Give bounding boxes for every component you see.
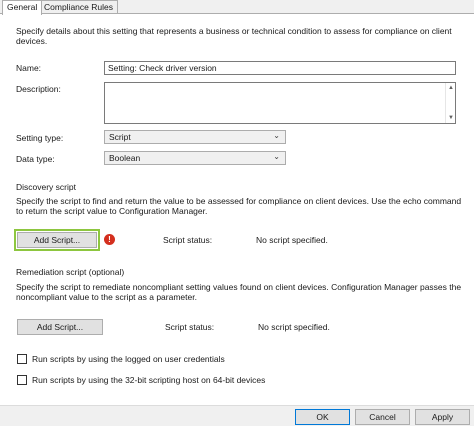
name-field[interactable]: Setting: Check driver version [104,61,456,75]
logged-on-user-label[interactable]: Run scripts by using the logged on user … [32,354,225,364]
dialog-footer: OK Cancel Apply [0,405,474,426]
setting-type-label: Setting type: [16,133,64,143]
32bit-host-checkbox[interactable] [17,375,27,385]
intro-text: Specify details about this setting that … [16,26,452,46]
general-panel: Specify details about this setting that … [0,13,474,405]
setting-type-value: Script [109,132,131,142]
remediation-status-label: Script status: [165,322,215,332]
data-type-label: Data type: [16,154,55,164]
discovery-status-label: Script status: [163,235,213,245]
data-type-select[interactable]: Boolean ⌄ [104,151,286,165]
description-label: Description: [16,84,61,94]
tab-general[interactable]: General [2,0,43,15]
32bit-host-label[interactable]: Run scripts by using the 32-bit scriptin… [32,375,265,385]
cancel-button[interactable]: Cancel [355,409,410,425]
remediation-status-value: No script specified. [258,322,330,332]
error-icon: ! [104,234,115,245]
description-field[interactable]: ▲ ▼ [104,82,456,124]
name-label: Name: [16,63,42,73]
logged-on-user-checkbox[interactable] [17,354,27,364]
tab-bar: General Compliance Rules [0,0,474,15]
setting-type-select[interactable]: Script ⌄ [104,130,286,144]
description-scrollbar[interactable]: ▲ ▼ [445,83,455,123]
scroll-down-icon[interactable]: ▼ [448,115,454,121]
tab-compliance-rules[interactable]: Compliance Rules [39,0,118,14]
discovery-status-value: No script specified. [256,235,328,245]
scroll-up-icon[interactable]: ▲ [448,85,454,91]
remediation-add-script-button[interactable]: Add Script... [17,319,103,335]
apply-button[interactable]: Apply [415,409,470,425]
discovery-description: Specify the script to find and return th… [16,196,462,216]
discovery-add-script-button[interactable]: Add Script... [14,229,100,251]
remediation-heading: Remediation script (optional) [16,267,125,277]
chevron-down-icon: ⌄ [273,152,280,161]
data-type-value: Boolean [109,153,141,163]
remediation-description: Specify the script to remediate noncompl… [16,282,462,302]
chevron-down-icon: ⌄ [273,131,280,140]
ok-button[interactable]: OK [295,409,350,425]
discovery-heading: Discovery script [16,182,76,192]
